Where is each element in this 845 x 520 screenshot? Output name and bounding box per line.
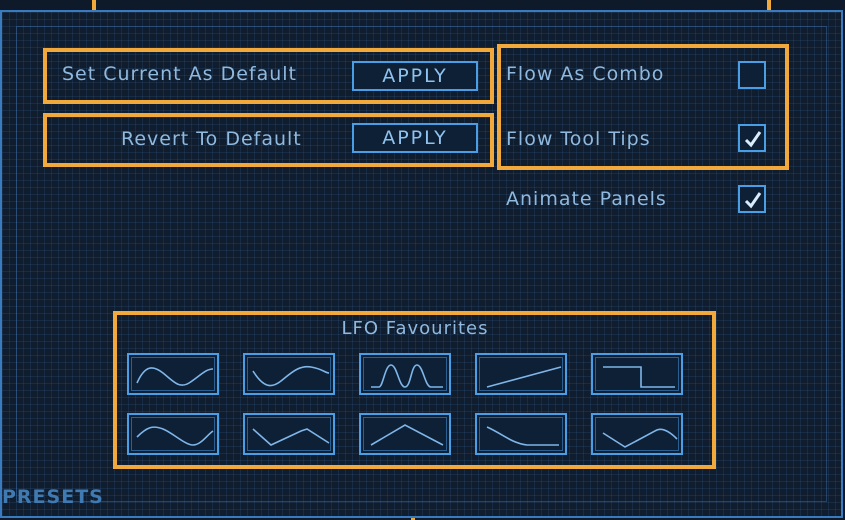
animate-panels-label: Animate Panels xyxy=(506,188,667,210)
checkmark-icon xyxy=(744,192,762,209)
callout-defaults-set xyxy=(43,48,494,104)
callout-flow-options xyxy=(497,44,789,170)
callout-defaults-revert xyxy=(43,113,494,167)
presets-label: PRESETS xyxy=(2,486,104,508)
callout-lfo-favourites xyxy=(113,311,716,469)
animate-panels-checkbox[interactable] xyxy=(738,185,766,213)
